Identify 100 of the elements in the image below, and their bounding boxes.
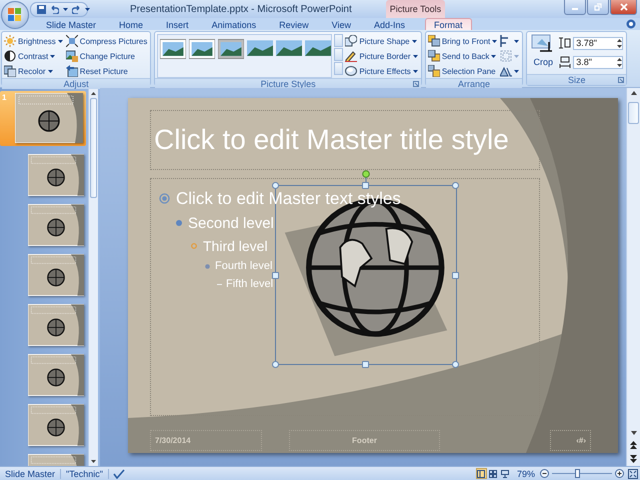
- recolor-icon: [4, 65, 16, 77]
- view-button[interactable]: [476, 468, 487, 479]
- width-field[interactable]: 3.8": [573, 56, 624, 68]
- resize-handle[interactable]: [362, 361, 369, 368]
- down-arrow-icon: [630, 431, 636, 435]
- slide-thumbnail[interactable]: [28, 254, 84, 296]
- view-button[interactable]: [500, 468, 511, 479]
- picture-style-thumbnail[interactable]: [247, 39, 274, 59]
- ribbon-tab[interactable]: Insert: [157, 18, 198, 30]
- bullet-icon: [217, 282, 222, 286]
- dialog-launcher-icon[interactable]: [618, 77, 624, 83]
- rotate-icon: [500, 65, 512, 77]
- slide-thumbnail[interactable]: [28, 354, 84, 396]
- bullet-icon: [159, 193, 170, 204]
- picture-styles-gallery[interactable]: [157, 34, 332, 78]
- zoom-slider-thumb[interactable]: [574, 469, 580, 478]
- ribbon-button[interactable]: Compress Pictures: [66, 34, 148, 48]
- bullet-icon: [205, 264, 210, 268]
- ribbon-button[interactable]: Contrast: [4, 49, 64, 63]
- contrast-icon: [4, 50, 16, 62]
- pencil-icon: [345, 50, 358, 62]
- office-button[interactable]: [1, 1, 29, 29]
- fit-window-icon: [628, 468, 638, 478]
- picture-style-thumbnail[interactable]: [276, 39, 302, 59]
- ribbon-tab[interactable]: Add-Ins: [364, 18, 414, 30]
- office-logo-icon: [8, 8, 22, 22]
- up-arrow-icon: [630, 91, 636, 95]
- ribbon-button[interactable]: Recolor: [4, 64, 64, 78]
- close-button[interactable]: [610, 0, 637, 15]
- ribbon-button[interactable]: Picture Effects: [345, 64, 419, 78]
- picture-style-thumbnail[interactable]: [160, 39, 186, 59]
- scrollbar[interactable]: [626, 88, 640, 466]
- ribbon-button[interactable]: Send to Back: [428, 49, 498, 63]
- ribbon-tab[interactable]: Slide Master: [37, 18, 106, 30]
- ribbon-tab[interactable]: Format: [425, 18, 472, 30]
- redo-icon: [72, 4, 81, 14]
- ribbon-button[interactable]: Picture Border: [345, 49, 419, 63]
- slide-thumbnail[interactable]: [28, 304, 84, 346]
- group-label: Size: [568, 75, 586, 85]
- ribbon-tab[interactable]: Home: [110, 18, 152, 30]
- caret-icon: [48, 70, 53, 72]
- picture-style-thumbnail[interactable]: [305, 39, 332, 59]
- scrollbar-thumb[interactable]: [90, 98, 97, 198]
- caret-icon: [50, 54, 56, 58]
- normal-view-icon: [477, 470, 486, 478]
- body-text: Second level: [188, 214, 274, 232]
- picture-style-thumbnail[interactable]: [218, 39, 244, 59]
- spin-arrows-icon: [617, 38, 622, 48]
- slide-thumbnail[interactable]: [15, 93, 83, 143]
- ribbon-tab[interactable]: View: [322, 18, 360, 30]
- zoom-in-icon: [615, 469, 624, 478]
- resize-handle[interactable]: [272, 272, 279, 279]
- view-button[interactable]: [488, 468, 499, 479]
- caret-icon: [412, 70, 418, 72]
- zoom-level[interactable]: 79%: [512, 468, 540, 478]
- context-tab-header: Picture Tools: [386, 0, 446, 18]
- ribbon-button[interactable]: Bring to Front: [428, 34, 498, 48]
- minimize-button[interactable]: [564, 0, 586, 15]
- ribbon-button[interactable]: Brightness: [4, 34, 64, 48]
- ribbon-button[interactable]: Picture Shape: [345, 34, 419, 48]
- caret-icon: [85, 8, 90, 10]
- ribbon-button[interactable]: Change Picture: [66, 49, 148, 63]
- previous-slide-icon: [630, 441, 637, 449]
- restore-button[interactable]: [587, 0, 609, 15]
- down-arrow-icon: [91, 460, 96, 462]
- undo-icon: [50, 4, 59, 14]
- ribbon-tab[interactable]: Review: [270, 18, 318, 30]
- compress-icon: [66, 35, 78, 47]
- picture-style-thumbnail[interactable]: [189, 39, 216, 59]
- picture-icon: [66, 50, 78, 62]
- ribbon-tab[interactable]: Animations: [202, 18, 266, 30]
- scrollbar[interactable]: [88, 88, 98, 466]
- spin-arrows-icon: [617, 58, 622, 66]
- icon-button[interactable]: [500, 34, 520, 48]
- slide-thumbnail[interactable]: [28, 404, 84, 446]
- ribbon-button[interactable]: Reset Picture: [66, 64, 148, 78]
- caret-icon: [412, 54, 418, 58]
- slide-thumbnail[interactable]: [28, 204, 84, 246]
- resize-handle[interactable]: [452, 272, 459, 279]
- group-label: Arrange: [458, 79, 490, 89]
- next-slide-icon: [630, 455, 637, 463]
- dialog-launcher-icon[interactable]: [412, 81, 419, 87]
- caret-icon: [63, 8, 68, 10]
- sun-icon: [4, 35, 16, 47]
- resize-handle[interactable]: [362, 182, 369, 189]
- close-icon: [620, 3, 628, 11]
- crop-button[interactable]: Crop: [529, 34, 558, 74]
- scrollbar-thumb[interactable]: [628, 102, 639, 124]
- slide-number: 1: [2, 93, 8, 102]
- width-icon: [559, 56, 572, 68]
- ribbon-button[interactable]: Selection Pane: [428, 64, 498, 78]
- send-back-icon: [428, 50, 440, 62]
- bullet-icon: [176, 220, 182, 226]
- slide-thumbnail[interactable]: [28, 154, 84, 196]
- up-arrow-icon: [91, 92, 96, 94]
- height-field[interactable]: 3.78": [573, 36, 624, 50]
- caret-icon: [491, 54, 496, 58]
- status-theme[interactable]: "Technic": [61, 468, 109, 478]
- shapes-icon: [345, 35, 358, 47]
- help-icon: [626, 19, 636, 29]
